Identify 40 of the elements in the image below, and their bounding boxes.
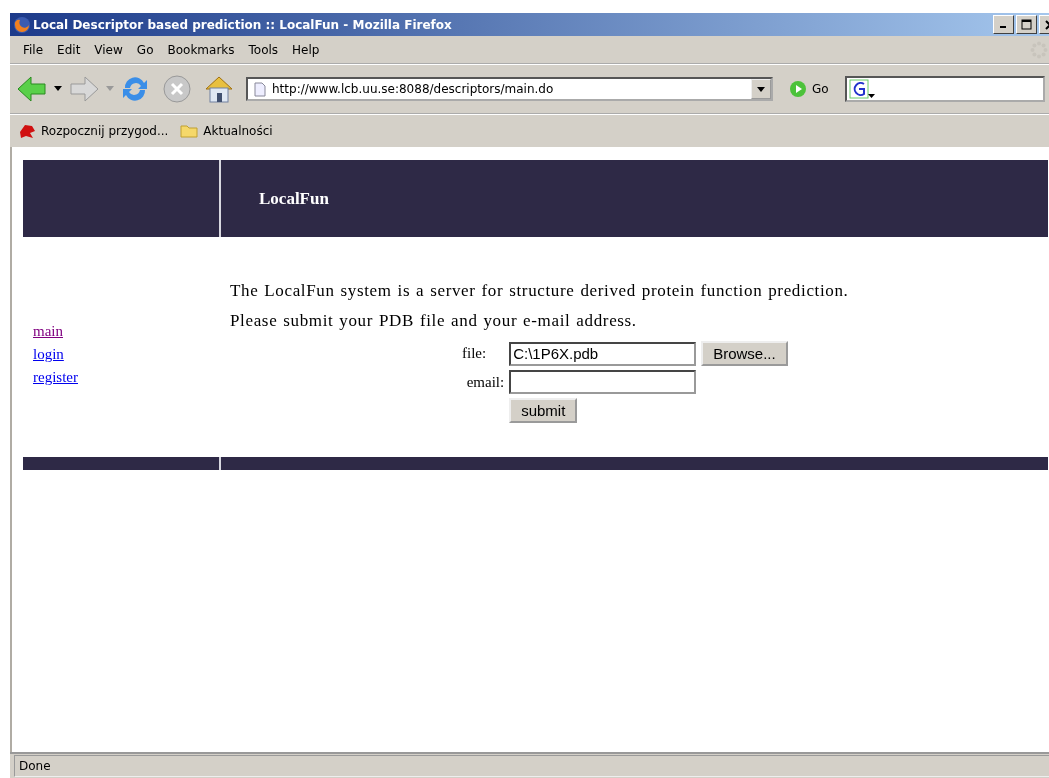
menu-item[interactable]: File	[16, 42, 51, 57]
home-icon[interactable]	[204, 74, 234, 104]
stop-icon[interactable]	[162, 74, 192, 104]
browse-button[interactable]: Browse...	[701, 341, 788, 366]
maximize-icon	[1021, 19, 1032, 30]
file-label: file:	[462, 345, 488, 362]
folder-icon	[180, 124, 199, 138]
nav-link[interactable]: main	[33, 323, 63, 340]
maximize-button[interactable]	[1016, 15, 1037, 34]
dragon-icon	[18, 123, 36, 139]
menu-item[interactable]: Tools	[241, 42, 286, 57]
caret-icon[interactable]	[54, 86, 62, 92]
bookmark-item[interactable]: Aktualności	[180, 124, 273, 138]
play-icon	[789, 80, 807, 98]
submit-button[interactable]: submit	[509, 398, 578, 423]
search-engine-icon[interactable]	[848, 79, 875, 99]
search-field[interactable]	[844, 76, 1045, 102]
intro-text: The LocalFun system is a server for structure derived protein function prediction.	[230, 281, 850, 301]
menu-item[interactable]: View	[87, 42, 130, 57]
email-label: email:	[465, 373, 505, 391]
dropdown-button[interactable]	[751, 79, 771, 99]
go-button[interactable]: Go	[789, 80, 829, 98]
menu-item[interactable]: Bookmarks	[160, 42, 242, 57]
nav-link[interactable]: login	[33, 346, 64, 363]
menu-item[interactable]: Go	[129, 42, 161, 57]
email-field[interactable]	[509, 370, 697, 394]
browser-logo-icon	[13, 15, 31, 34]
address-field[interactable]: http://www.lcb.uu.se:8088/descriptors/main.do	[246, 77, 773, 101]
file-field[interactable]: C:\1P6X.pdb	[509, 341, 697, 366]
site-title: LocalFun	[259, 188, 329, 209]
window-title: Local Descriptor based prediction :: LocalFun - Mozilla Firefox	[33, 17, 453, 32]
status-text: Done	[14, 755, 1049, 777]
menu-item[interactable]: Help	[285, 42, 327, 57]
nav-link[interactable]: register	[33, 369, 78, 386]
menu-item[interactable]: Edit	[50, 42, 88, 57]
bookmark-item[interactable]: Rozpocznij przygod...	[18, 123, 169, 139]
caret-icon	[757, 86, 765, 92]
minimize-button[interactable]	[993, 15, 1014, 34]
intro-text: Please submit your PDB file and your e-mail address.	[230, 311, 638, 331]
page-icon	[254, 81, 266, 97]
